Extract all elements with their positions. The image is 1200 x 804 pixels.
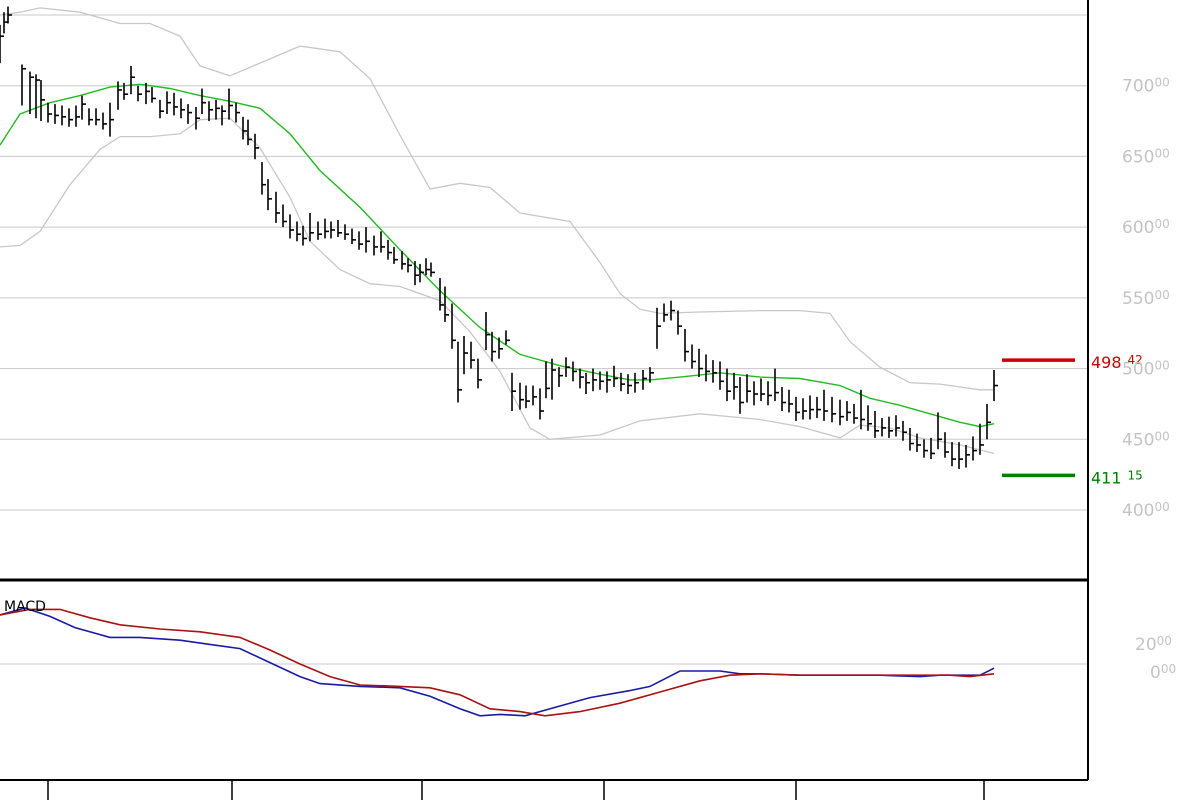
stock-chart: 498 42 411 15 70000 65000 60000 55000 50000 4500…: [0, 0, 1200, 800]
chart-canvas: 498 42411 15 70000650006000055000500004500…: [0, 0, 1200, 800]
macd-label: MACD: [4, 599, 46, 615]
